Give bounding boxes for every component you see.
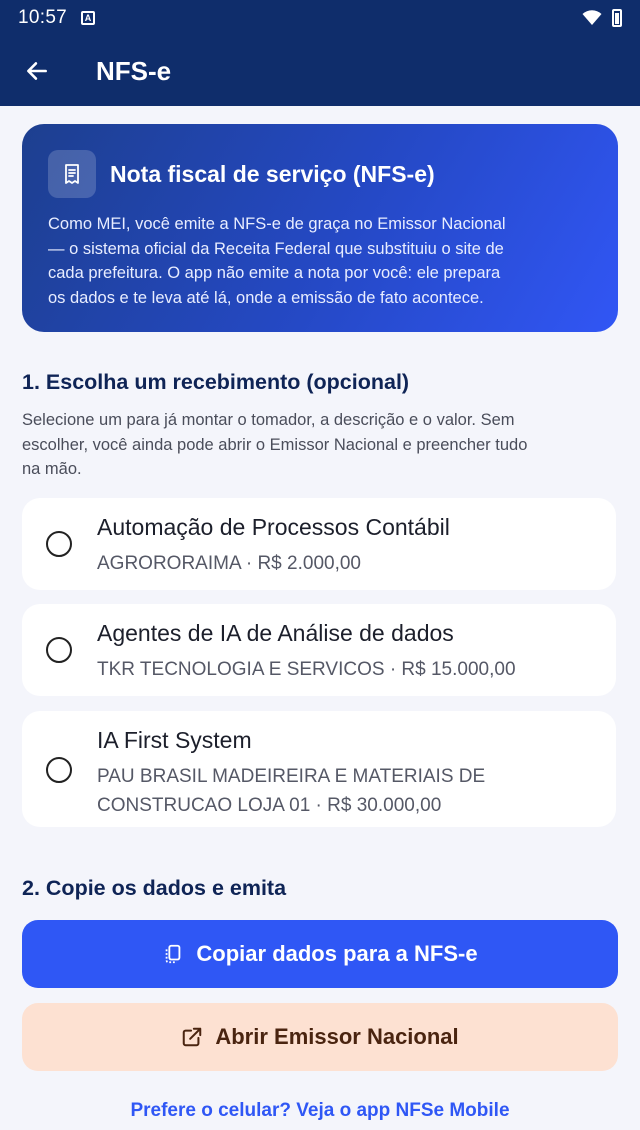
info-card-line: — o sistema oficial da Receita Federal q… [48, 239, 504, 258]
receipt-option[interactable]: Automação de Processos Contábil AGRORORA… [22, 498, 616, 590]
receipt-title: Automação de Processos Contábil [97, 514, 450, 540]
receipt-title: IA First System [97, 727, 252, 753]
receipt-option[interactable]: Agentes de IA de Análise de dados TKR TE… [22, 604, 616, 696]
battery-icon [612, 9, 622, 27]
notification-icon: A [81, 11, 96, 25]
info-card-line: cada prefeitura. O app não emite a nota … [48, 264, 501, 282]
open-emissor-label: Abrir Emissor Nacional [215, 1024, 459, 1049]
wifi-icon [582, 10, 602, 25]
status-bar: 10:57 A [0, 0, 640, 36]
section-2-title: 2. Copie os dados e emita [22, 876, 287, 900]
copy-data-label: Copiar dados para a NFS-e [196, 941, 478, 966]
section-1-desc-line: Selecione um para já montar o tomador, a… [22, 411, 515, 429]
info-card-title: Nota fiscal de serviço (NFS-e) [110, 160, 435, 187]
radio-button[interactable] [46, 757, 72, 783]
info-card-body: Como MEI, você emite a NFS-e de graça no… [48, 212, 592, 310]
receipt-subtitle-line: CONSTRUCAO LOJA 01 · R$ 30.000,00 [97, 795, 442, 816]
receipt-subtitle-line: PAU BRASIL MADEIREIRA E MATERIAIS DE [97, 766, 486, 787]
receipt-subtitle: TKR TECNOLOGIA E SERVICOS · R$ 15.000,00 [97, 659, 516, 680]
section-1-desc-line: escolher, você ainda pode abrir o Emisso… [22, 435, 528, 454]
status-time: 10:57 [18, 7, 68, 28]
radio-button[interactable] [46, 531, 72, 557]
open-emissor-button[interactable]: Abrir Emissor Nacional [22, 1003, 618, 1071]
receipt-subtitle: AGRORORAIMA · R$ 2.000,00 [97, 553, 361, 574]
receipt-title: Agentes de IA de Análise de dados [97, 620, 454, 646]
section-1-desc-line: na mão. [22, 460, 82, 478]
info-card-line: os dados e te leva até lá, onde a emissã… [48, 288, 484, 307]
section-1-description: Selecione um para já montar o tomador, a… [22, 408, 622, 482]
info-card: Nota fiscal de serviço (NFS-e) Como MEI,… [22, 124, 618, 332]
receipt-icon [48, 150, 96, 198]
back-button[interactable] [0, 36, 74, 106]
arrow-left-icon [27, 62, 47, 80]
page-title: NFS-e [96, 55, 172, 86]
open-external-icon [181, 1026, 203, 1048]
copy-data-button[interactable]: Copiar dados para a NFS-e [22, 920, 618, 988]
section-1-title: 1. Escolha um recebimento (opcional) [22, 370, 410, 394]
status-icons [582, 9, 622, 27]
receipt-option[interactable]: IA First System PAU BRASIL MADEIREIRA E … [22, 711, 616, 827]
radio-button[interactable] [46, 637, 72, 663]
receipt-subtitle: PAU BRASIL MADEIREIRA E MATERIAIS DE CON… [97, 762, 600, 820]
copy-icon [162, 943, 184, 965]
nfse-mobile-link[interactable]: Prefere o celular? Veja o app NFSe Mobil… [0, 1100, 640, 1122]
info-card-line: Como MEI, você emite a NFS-e de graça no… [48, 215, 506, 233]
app-bar: NFS-e [0, 36, 640, 106]
